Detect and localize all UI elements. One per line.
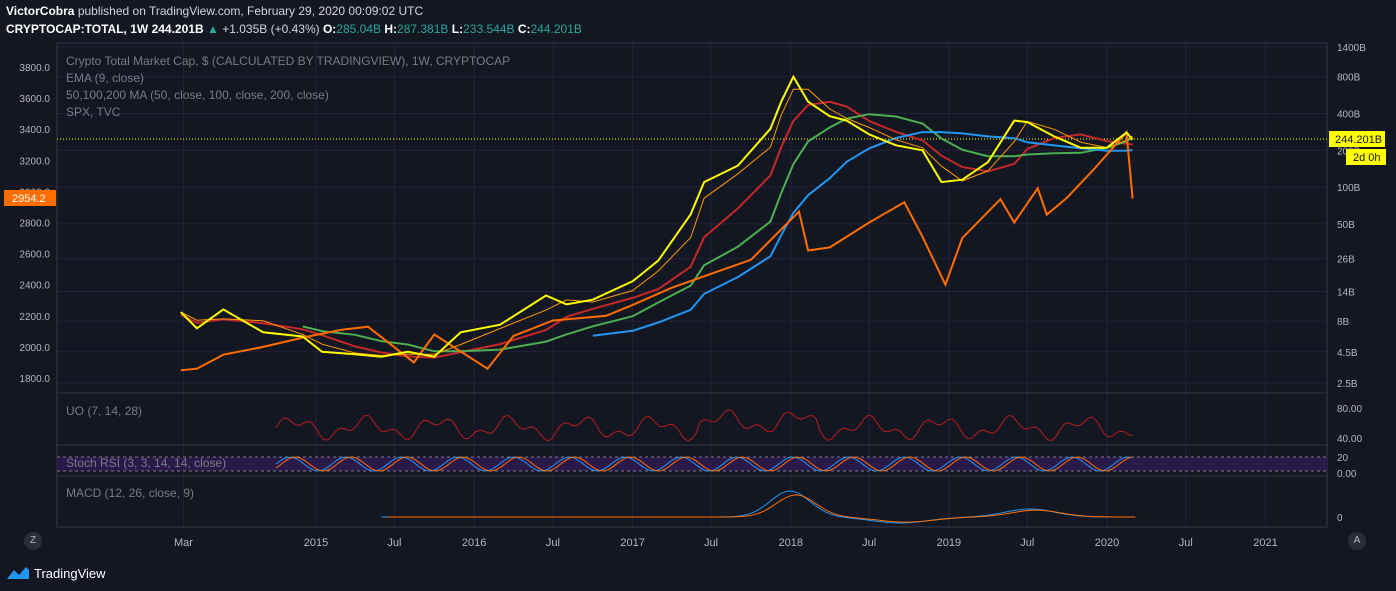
left-tick-label: 2600.0 bbox=[19, 250, 50, 261]
left-tick-label: 2800.0 bbox=[19, 219, 50, 230]
close-label: C: bbox=[517, 22, 531, 36]
close-value: 244.201B bbox=[530, 22, 582, 36]
x-tick-label: Jul bbox=[1179, 537, 1193, 549]
tradingview-logo-icon bbox=[7, 567, 29, 579]
chart-svg: Mar 2015 Jul 2016 Jul 2017 Jul 2018 Jul 2019 Jul 20… bbox=[4, 42, 1386, 549]
macd-line bbox=[381, 490, 1130, 524]
ma100-line bbox=[302, 113, 1134, 353]
ema-line bbox=[180, 88, 1133, 357]
right-tick-label: 400B bbox=[1337, 110, 1361, 121]
right-tick-label: 50B bbox=[1337, 220, 1355, 231]
publish-text: published on TradingView.com, February 2… bbox=[77, 4, 424, 18]
left-tick-label: 3200.0 bbox=[19, 156, 50, 167]
author-name[interactable]: VictorCobra bbox=[6, 4, 74, 18]
stoch-tick-label: 0.00 bbox=[1337, 469, 1357, 480]
axes: Mar 2015 Jul 2016 Jul 2017 Jul 2018 Jul 2019 Jul 20… bbox=[19, 43, 1366, 549]
stoch-tick-label: 20 bbox=[1337, 453, 1349, 464]
high-label: H: bbox=[384, 22, 398, 36]
uo-tick-label: 40.00 bbox=[1337, 434, 1362, 445]
price-tag: 244.201B bbox=[1335, 134, 1382, 146]
symbol[interactable]: CRYPTOCAP:TOTAL, 1W bbox=[6, 22, 148, 36]
total-mcap-line bbox=[180, 74, 1134, 358]
left-tick-label: 2200.0 bbox=[19, 312, 50, 323]
low-label: L: bbox=[451, 22, 464, 36]
legend-ema: EMA (9, close) bbox=[66, 71, 144, 85]
x-tick-label: 2018 bbox=[779, 537, 803, 549]
low-value: 233.544B bbox=[463, 22, 515, 36]
open-value: 285.04B bbox=[336, 22, 382, 36]
left-tick-label: 1800.0 bbox=[19, 374, 50, 385]
high-value: 287.381B bbox=[397, 22, 449, 36]
right-tick-label: 14B bbox=[1337, 288, 1355, 299]
z-button[interactable]: Z bbox=[24, 532, 42, 550]
x-tick-label: 2016 bbox=[462, 537, 486, 549]
spx-tag: 2954.2 bbox=[12, 193, 46, 205]
brand[interactable]: TradingView bbox=[34, 566, 106, 581]
right-tick-label: 8B bbox=[1337, 317, 1350, 328]
signal-line bbox=[387, 494, 1136, 523]
uo-label: UO (7, 14, 28) bbox=[66, 404, 142, 418]
right-tick-label: 800B bbox=[1337, 73, 1361, 84]
left-tick-label: 2000.0 bbox=[19, 343, 50, 354]
x-tick-label: 2015 bbox=[304, 537, 328, 549]
x-tick-label: 2019 bbox=[937, 537, 961, 549]
up-arrow-icon: ▲ bbox=[206, 22, 219, 36]
x-tick-label: Mar bbox=[174, 537, 193, 549]
stoch-band bbox=[57, 457, 1327, 471]
x-tick-label: 2017 bbox=[620, 537, 644, 549]
spx-line bbox=[180, 129, 1134, 372]
left-tick-label: 3800.0 bbox=[19, 63, 50, 74]
ma200-line bbox=[592, 131, 1133, 337]
open-label: O: bbox=[322, 22, 337, 36]
pane-frame bbox=[56, 475, 1328, 528]
stoch-label: Stoch RSI (3, 3, 14, 14, close) bbox=[66, 456, 226, 470]
pane-frame bbox=[56, 392, 1328, 446]
legend-spx: SPX, TVC bbox=[66, 105, 121, 119]
a-button[interactable]: A bbox=[1348, 532, 1366, 550]
countdown: 2d 0h bbox=[1353, 152, 1381, 164]
left-tick-label: 2400.0 bbox=[19, 281, 50, 292]
ohlc-line: CRYPTOCAP:TOTAL, 1W 244.201B ▲ +1.035B (… bbox=[6, 22, 582, 36]
x-tick-label: Jul bbox=[704, 537, 718, 549]
x-tick-label: Jul bbox=[1020, 537, 1034, 549]
legend-title: Crypto Total Market Cap, $ (CALCULATED B… bbox=[66, 54, 510, 68]
legend-ma: 50,100,200 MA (50, close, 100, close, 20… bbox=[66, 88, 329, 102]
change: +1.035B (+0.43%) bbox=[222, 22, 320, 36]
ma50-line bbox=[180, 100, 1133, 359]
right-tick-label: 4.5B bbox=[1337, 348, 1358, 359]
left-tick-label: 3600.0 bbox=[19, 94, 50, 105]
uo-tick-label: 80.00 bbox=[1337, 404, 1362, 415]
publish-line: VictorCobra published on TradingView.com… bbox=[6, 4, 423, 18]
right-tick-label: 100B bbox=[1337, 183, 1361, 194]
right-tick-label: 2.5B bbox=[1337, 379, 1358, 390]
x-tick-label: 2020 bbox=[1095, 537, 1119, 549]
x-tick-label: Jul bbox=[862, 537, 876, 549]
macd-tick-label: 0 bbox=[1337, 513, 1343, 524]
uo-line bbox=[275, 409, 1133, 442]
right-tick-label: 1400B bbox=[1337, 43, 1366, 54]
x-tick-label: 2021 bbox=[1253, 537, 1277, 549]
x-tick-label: Jul bbox=[546, 537, 560, 549]
right-tick-label: 26B bbox=[1337, 255, 1355, 266]
x-tick-label: Jul bbox=[387, 537, 401, 549]
macd-label: MACD (12, 26, close, 9) bbox=[66, 486, 194, 500]
last-price: 244.201B bbox=[151, 22, 204, 36]
footer: TradingView bbox=[6, 563, 106, 583]
left-tick-label: 3400.0 bbox=[19, 125, 50, 136]
